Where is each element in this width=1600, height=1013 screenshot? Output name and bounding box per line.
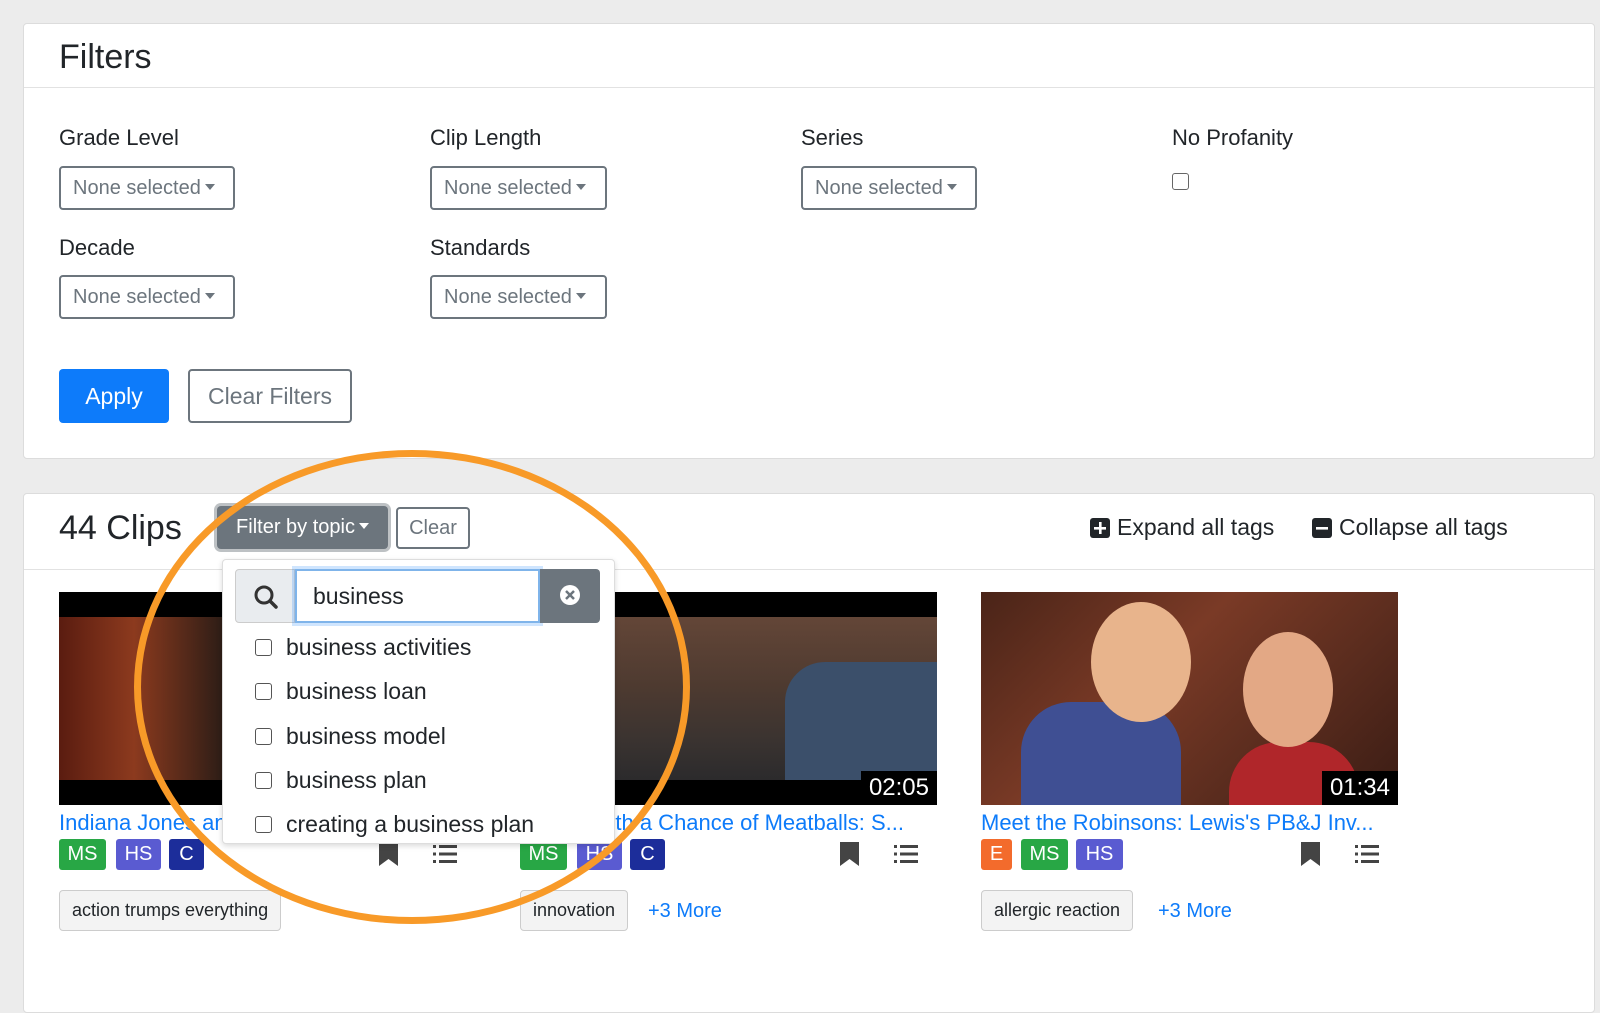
more-tags-link[interactable]: +3 More — [648, 900, 722, 923]
topic-tag[interactable]: action trumps everything — [59, 890, 282, 931]
series-label: Series — [801, 125, 864, 150]
list-icon[interactable] — [433, 844, 457, 864]
topic-dropdown-menu: business activities business loan busine… — [222, 559, 615, 844]
topic-option-label: business activities — [286, 634, 472, 660]
bookmark-icon[interactable] — [840, 842, 859, 866]
expand-all-tags-button[interactable]: Expand all tags — [1090, 514, 1274, 541]
bookmark-icon[interactable] — [379, 842, 398, 866]
topic-option-checkbox[interactable] — [255, 728, 272, 745]
series-select[interactable]: None selected — [801, 166, 977, 210]
clear-topic-button[interactable]: Clear — [396, 507, 470, 549]
list-icon[interactable] — [1355, 844, 1379, 864]
filters-header: Filters — [24, 24, 1594, 88]
chevron-down-icon — [204, 292, 215, 299]
filters-title: Filters — [59, 38, 152, 76]
search-icon — [254, 585, 278, 609]
grade-badge: C — [630, 839, 665, 870]
filters-card: Filters Grade Level None selected Clip L… — [23, 23, 1595, 459]
chevron-down-icon — [575, 292, 586, 299]
topic-option-checkbox[interactable] — [255, 772, 272, 789]
grade-badge: MS — [59, 839, 106, 870]
grade-badge: E — [981, 839, 1012, 870]
topic-option[interactable]: business model — [255, 723, 446, 750]
apply-button[interactable]: Apply — [59, 369, 169, 423]
topic-option[interactable]: business activities — [255, 634, 471, 661]
standards-select[interactable]: None selected — [430, 275, 607, 319]
chevron-down-icon — [946, 183, 957, 190]
grade-badge: C — [169, 839, 204, 870]
no-profanity-label: No Profanity — [1172, 125, 1294, 150]
grade-level-value: None selected — [73, 177, 201, 199]
filter-by-topic-label: Filter by topic — [236, 516, 355, 538]
clear-search-button[interactable] — [540, 569, 600, 623]
topic-option-label: business model — [286, 723, 446, 749]
collapse-all-tags-label: Collapse all tags — [1339, 514, 1508, 540]
clip-length-label: Clip Length — [430, 125, 542, 150]
topic-tag[interactable]: allergic reaction — [981, 890, 1134, 931]
grade-level-label: Grade Level — [59, 125, 179, 150]
topic-option[interactable]: business plan — [255, 767, 427, 794]
topic-option-checkbox[interactable] — [255, 816, 272, 833]
clip-duration: 01:34 — [1321, 771, 1398, 805]
standards-label: Standards — [430, 235, 531, 260]
grade-badge: HS — [1076, 839, 1123, 870]
topic-option-checkbox[interactable] — [255, 683, 272, 700]
chevron-down-icon — [575, 183, 586, 190]
clear-filters-button[interactable]: Clear Filters — [188, 369, 352, 423]
clip-title-link[interactable]: Meet the Robinsons: Lewis's PB&J Inv... — [981, 810, 1398, 836]
search-button[interactable] — [235, 569, 295, 623]
series-value: None selected — [815, 177, 943, 199]
close-circle-icon — [560, 584, 580, 605]
chevron-down-icon — [358, 522, 369, 529]
chevron-down-icon — [204, 183, 215, 190]
more-tags-link[interactable]: +3 More — [1158, 900, 1232, 923]
grade-level-select[interactable]: None selected — [59, 166, 235, 210]
topic-option[interactable]: creating a business plan — [255, 811, 534, 838]
expand-all-tags-label: Expand all tags — [1117, 514, 1275, 540]
no-profanity-checkbox[interactable] — [1172, 173, 1189, 190]
topic-option[interactable]: business loan — [255, 678, 427, 705]
decade-value: None selected — [73, 286, 201, 308]
plus-square-icon — [1090, 517, 1110, 538]
topic-option-label: business loan — [286, 678, 427, 704]
collapse-all-tags-button[interactable]: Collapse all tags — [1312, 514, 1508, 541]
topic-tag[interactable]: innovation — [520, 890, 629, 931]
list-icon[interactable] — [894, 844, 918, 864]
minus-square-icon — [1312, 517, 1332, 538]
decade-select[interactable]: None selected — [59, 275, 235, 319]
clips-count-title: 44 Clips — [59, 509, 182, 547]
topic-search-input[interactable] — [295, 569, 540, 623]
clip-length-select[interactable]: None selected — [430, 166, 607, 210]
clip-thumbnail[interactable]: 01:34 — [981, 592, 1398, 805]
filter-by-topic-button[interactable]: Filter by topic — [217, 506, 388, 549]
bookmark-icon[interactable] — [1301, 842, 1320, 866]
grade-badge: HS — [116, 839, 161, 870]
topic-option-checkbox[interactable] — [255, 639, 272, 656]
standards-value: None selected — [444, 286, 572, 308]
topic-option-label: creating a business plan — [286, 811, 535, 837]
grade-badge: MS — [1021, 839, 1068, 870]
clip-length-value: None selected — [444, 177, 572, 199]
decade-label: Decade — [59, 235, 135, 260]
topic-option-label: business plan — [286, 767, 427, 793]
clip-duration: 02:05 — [860, 771, 937, 805]
